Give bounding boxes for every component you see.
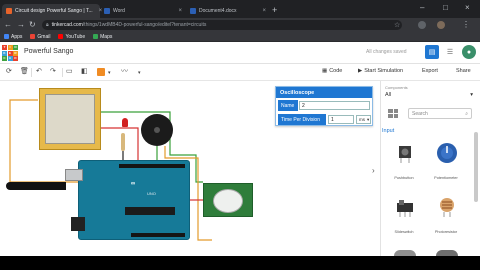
window-close-icon[interactable]: × <box>465 3 470 13</box>
resistor[interactable] <box>121 133 125 151</box>
chevron-right-icon[interactable]: › <box>372 166 375 175</box>
usb-port <box>65 169 83 181</box>
component-name: Photoresistor <box>434 230 458 234</box>
search-input[interactable]: Search ⌕ <box>408 108 472 119</box>
digital-pin-header <box>119 164 185 168</box>
red-led[interactable] <box>122 118 128 127</box>
pir-dome <box>213 189 243 213</box>
export-button[interactable]: Export <box>422 68 438 74</box>
components-filter-select[interactable]: All ▾ <box>385 90 473 99</box>
component-name: Slideswitch <box>394 230 414 234</box>
component-photoresistor[interactable]: Photoresistor <box>426 196 466 240</box>
panel-scrollbar[interactable] <box>474 132 478 202</box>
chevron-down-icon: ▾ <box>367 116 370 122</box>
component-slideswitch[interactable]: Slideswitch <box>384 196 424 240</box>
photoresistor-icon <box>440 198 454 217</box>
bookmark-star-icon[interactable]: ☆ <box>394 21 400 29</box>
inspector-title: Oscilloscope <box>276 87 372 98</box>
potentiometer-icon <box>437 143 457 163</box>
component-pushbutton[interactable]: Pushbutton <box>384 142 424 186</box>
power-jack <box>71 217 85 231</box>
share-button[interactable]: Share <box>456 68 471 74</box>
usb-cable <box>6 182 66 190</box>
sensor-pad <box>45 94 95 144</box>
avatar[interactable]: ● <box>462 45 476 59</box>
name-label: Name <box>278 100 298 111</box>
profile-avatar-icon[interactable] <box>437 21 445 29</box>
time-per-division-field[interactable]: 1 <box>328 115 354 124</box>
piezo-buzzer[interactable] <box>141 114 173 146</box>
arduino-logo: ∞ <box>131 181 136 187</box>
pir-sensor[interactable] <box>203 183 253 217</box>
arduino-uno-board[interactable]: ∞ UNO <box>65 160 190 240</box>
search-icon: ⌕ <box>465 110 468 117</box>
component-potentiometer[interactable]: Potentiometer <box>426 142 466 186</box>
extension-icon[interactable] <box>418 21 426 29</box>
menu-kebab-icon[interactable]: ⋮ <box>462 20 470 30</box>
schematic-view-icon[interactable]: ▤ <box>425 45 439 59</box>
time-unit-select[interactable]: ms ▾ <box>356 115 371 124</box>
minimize-icon[interactable]: – <box>420 3 424 13</box>
pushbutton-icon <box>399 146 411 163</box>
screen-bottom-strip <box>0 256 480 270</box>
component-name: Pushbutton <box>394 176 414 180</box>
maximize-icon[interactable]: □ <box>443 3 448 13</box>
force-sensor[interactable] <box>39 88 101 150</box>
oscilloscope-inspector: Oscilloscope Name 2 Time Per Division 1 … <box>275 86 373 126</box>
list-view-icon[interactable]: ☰ <box>443 45 457 59</box>
category-heading: Input <box>382 128 395 134</box>
chevron-down-icon: ▾ <box>470 91 473 98</box>
grid-view-icon[interactable] <box>388 109 398 118</box>
name-field[interactable]: 2 <box>299 101 370 110</box>
microcontroller-chip <box>125 207 175 215</box>
component-name: Potentiometer <box>434 176 458 180</box>
slideswitch-icon <box>397 200 413 217</box>
board-label: UNO <box>147 191 156 196</box>
time-per-division-label: Time Per Division <box>278 114 326 125</box>
analog-pin-header <box>131 233 185 237</box>
